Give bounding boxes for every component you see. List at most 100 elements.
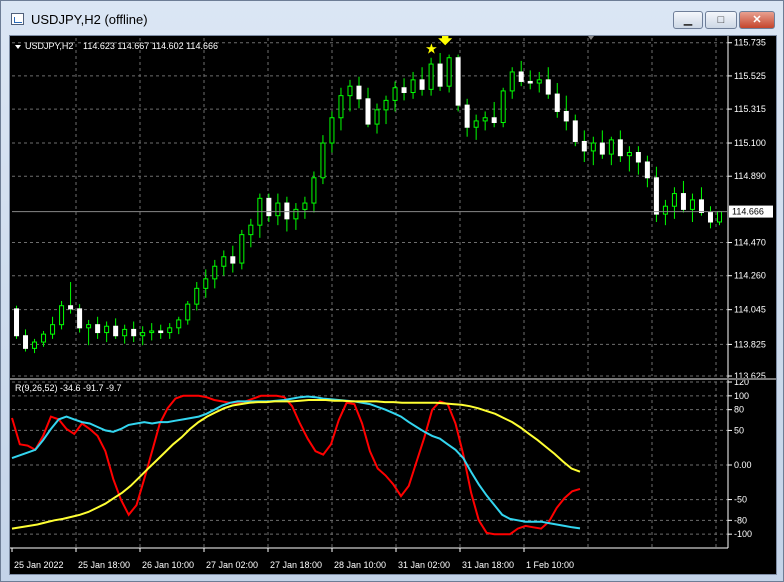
price-axis-label: 114.890	[734, 171, 766, 181]
candle-body	[671, 193, 677, 207]
candle-body	[329, 117, 335, 144]
candle-body	[365, 98, 371, 125]
chart-shift-marker[interactable]	[588, 36, 594, 40]
candle-body	[545, 79, 551, 95]
candle-body	[410, 79, 416, 93]
candle-body	[428, 63, 434, 90]
indicator-header: R(9,26,52) -34.6 -91.7 -9.7	[15, 383, 122, 393]
time-axis-label: 25 Jan 18:00	[78, 560, 130, 570]
candle-body	[248, 224, 254, 236]
indicator-line-yellow	[11, 399, 581, 530]
candle-body	[266, 197, 272, 217]
candle-body	[86, 324, 92, 329]
candle-body	[662, 205, 668, 215]
candle-body	[32, 341, 38, 349]
candle-body	[599, 142, 605, 155]
candle-body	[176, 319, 182, 329]
time-axis-label: 27 Jan 02:00	[206, 560, 258, 570]
price-axis-label: 115.100	[734, 138, 766, 148]
down-arrow-icon[interactable]: ⬇	[435, 36, 455, 50]
candle-body	[356, 85, 362, 100]
maximize-button[interactable]: □	[705, 11, 737, 29]
time-axis-label: 1 Feb 10:00	[526, 560, 574, 570]
close-button[interactable]: ✕	[739, 11, 775, 29]
candle-body	[518, 71, 524, 82]
candle-body	[239, 234, 245, 264]
candle-body	[230, 256, 236, 264]
candle-body	[374, 109, 380, 125]
candle-body	[689, 199, 695, 210]
candle-body	[104, 325, 110, 334]
candle-body	[581, 140, 587, 152]
price-axis-label: 115.735	[734, 38, 766, 48]
candle-body	[464, 104, 470, 128]
candle-body	[95, 324, 101, 334]
candle-body	[473, 120, 479, 128]
candle-body	[644, 161, 650, 179]
price-axis-label: 115.315	[734, 104, 766, 114]
candle-body	[203, 278, 209, 289]
candle-body	[572, 120, 578, 142]
candle-body	[482, 117, 488, 122]
candle-body	[635, 152, 641, 163]
candle-body	[455, 57, 461, 106]
candle-body	[41, 333, 47, 343]
candle-body	[320, 142, 326, 179]
oscillator-axis-label: 100	[734, 391, 749, 401]
candle-body	[311, 177, 317, 204]
time-axis-label: 25 Jan 2022	[14, 560, 64, 570]
candle-body	[626, 152, 632, 157]
chart-area[interactable]: 115.735 115.525 115.315 115.100 114.890 114.4…	[9, 35, 777, 575]
oscillator-axis-label: 50	[734, 425, 744, 435]
candle-body	[338, 95, 344, 119]
time-axis-label: 26 Jan 10:00	[142, 560, 194, 570]
candle-body	[293, 208, 299, 220]
candle-body	[509, 71, 515, 92]
candle-body	[608, 139, 614, 155]
candle-body	[158, 330, 164, 334]
symbol-label: USDJPY,H2	[25, 41, 73, 51]
candle-body	[50, 324, 56, 335]
price-axis-label: 113.825	[734, 339, 766, 349]
candle-body	[401, 87, 407, 93]
chart-window-icon	[11, 13, 24, 25]
candle-body	[167, 327, 173, 334]
candle-body	[707, 212, 713, 223]
minimize-button[interactable]: ▁	[673, 11, 703, 29]
candle-body	[392, 87, 398, 101]
price-axis-label: 114.045	[734, 305, 766, 315]
oscillator-axis-label: -50	[734, 495, 747, 505]
time-axis-label: 27 Jan 18:00	[270, 560, 322, 570]
candle-body	[491, 117, 497, 123]
candle-body	[554, 93, 560, 112]
triangle-down-icon[interactable]	[15, 45, 21, 49]
candle-body	[347, 85, 353, 97]
candle-body	[275, 202, 281, 217]
candle-body	[716, 211, 722, 223]
candle-body	[437, 63, 443, 87]
candle-body	[590, 142, 596, 152]
candle-body	[185, 303, 191, 321]
candle-body	[419, 79, 425, 90]
candle-body	[617, 139, 623, 157]
chart-window: USDJPY,H2 (offline) ▁ □ ✕ 115.735 115.525…	[0, 0, 784, 582]
candle-body	[77, 308, 83, 329]
candle-body	[527, 80, 533, 84]
chart-canvas[interactable]: 115.735 115.525 115.315 115.100 114.890 114.4…	[10, 36, 776, 574]
time-axis-label: 31 Jan 02:00	[398, 560, 450, 570]
candle-body	[140, 332, 146, 337]
candle-body	[284, 202, 290, 220]
candle-body	[653, 177, 659, 215]
candle-body	[113, 325, 119, 337]
current-price-label: 114.666	[732, 207, 764, 217]
price-axis-label: 115.525	[734, 71, 766, 81]
candle-body	[563, 110, 569, 122]
candle-body	[446, 57, 452, 87]
price-axis-label: 114.470	[734, 238, 766, 248]
candle-body	[698, 199, 704, 214]
candle-body	[149, 330, 155, 334]
title-bar[interactable]: USDJPY,H2 (offline) ▁ □ ✕	[1, 1, 783, 35]
candle-body	[23, 335, 29, 349]
candle-body	[131, 328, 137, 337]
ohlc-header: 114.623 114.667 114.602 114.666	[83, 41, 218, 51]
